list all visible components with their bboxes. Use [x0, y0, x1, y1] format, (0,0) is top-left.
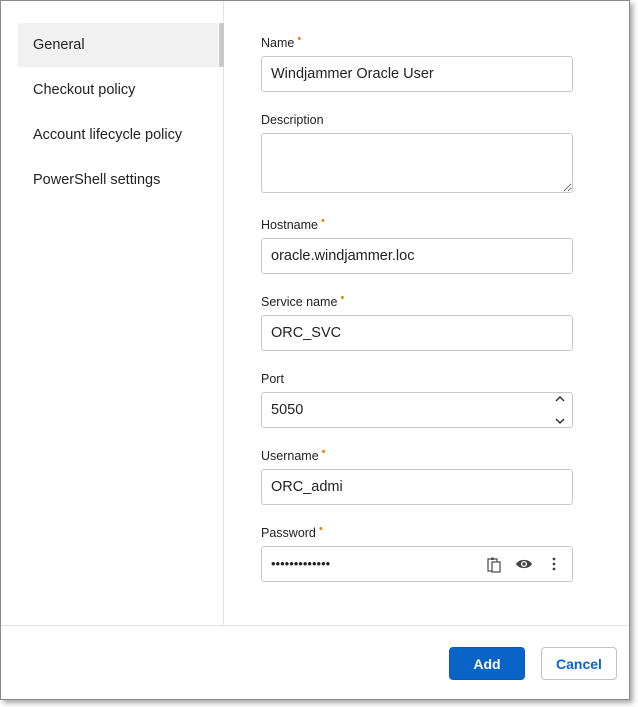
port-value: 5050 [271, 402, 304, 418]
dialog: General Checkout policy Account lifecycl… [0, 0, 630, 700]
sidebar-item-account-lifecycle-policy[interactable]: Account lifecycle policy [18, 113, 218, 157]
password-label: Password • [261, 523, 323, 540]
service-name-label: Service name • [261, 292, 345, 309]
add-button[interactable]: Add [449, 647, 525, 680]
name-input[interactable] [261, 56, 573, 92]
more-vertical-icon[interactable] [544, 554, 564, 574]
password-field[interactable]: ••••••••••••• [261, 546, 573, 582]
sidebar-item-powershell-settings[interactable]: PowerShell settings [18, 158, 218, 202]
clipboard-icon[interactable] [484, 554, 504, 574]
service-name-input[interactable] [261, 315, 573, 351]
sidebar-item-label: Account lifecycle policy [33, 127, 183, 143]
port-label: Port [261, 372, 284, 386]
hostname-input[interactable] [261, 238, 573, 274]
password-value: ••••••••••••• [271, 556, 331, 571]
hostname-label: Hostname • [261, 215, 325, 232]
username-input[interactable] [261, 469, 573, 505]
password-actions [484, 547, 564, 581]
chevron-down-icon[interactable] [555, 418, 565, 425]
chevron-up-icon[interactable] [555, 395, 565, 402]
required-indicator: • [321, 446, 326, 458]
sidebar-item-label: General [33, 37, 85, 53]
sidebar-item-label: Checkout policy [33, 82, 136, 98]
description-textarea[interactable] [261, 133, 573, 193]
cancel-button[interactable]: Cancel [541, 647, 617, 680]
required-indicator: • [320, 215, 325, 227]
port-stepper-controls [554, 395, 566, 425]
sidebar-item-general[interactable]: General [18, 23, 218, 67]
footer-divider [1, 625, 629, 626]
description-label: Description [261, 113, 324, 127]
sidebar-item-label: PowerShell settings [33, 172, 161, 188]
sidebar-scrollbar[interactable] [219, 23, 224, 67]
required-indicator: • [340, 292, 345, 304]
name-label: Name • [261, 33, 302, 50]
sidebar-item-checkout-policy[interactable]: Checkout policy [18, 68, 218, 112]
required-indicator: • [297, 33, 302, 45]
eye-icon[interactable] [514, 554, 534, 574]
username-label: Username • [261, 446, 326, 463]
required-indicator: • [318, 523, 323, 535]
sidebar-nav: General Checkout policy Account lifecycl… [1, 1, 224, 625]
port-stepper[interactable]: 5050 [261, 392, 573, 428]
